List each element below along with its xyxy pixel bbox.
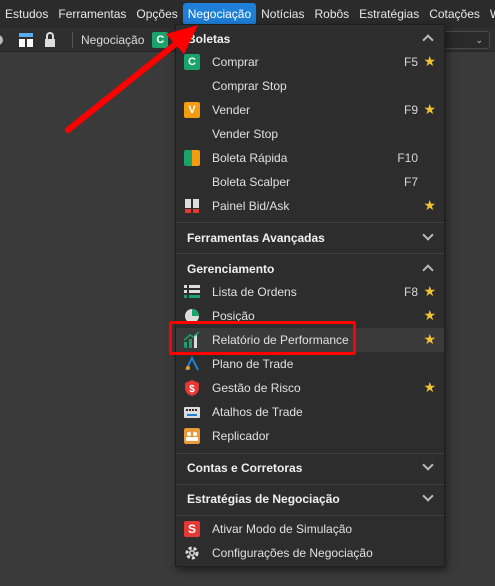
lock-icon[interactable]: [42, 31, 58, 48]
menu-estrategias[interactable]: Estratégias: [354, 3, 424, 25]
annotation-highlight-box: [169, 321, 356, 355]
list-icon: [184, 285, 200, 298]
star-icon[interactable]: ★: [423, 197, 436, 214]
menu-item-vender[interactable]: V Vender F9 ★: [176, 98, 444, 122]
item-label: Replicador: [212, 429, 270, 443]
gear-icon: [185, 546, 199, 560]
section-boletas[interactable]: Boletas: [176, 25, 444, 53]
menu-item-atalhos-de-trade[interactable]: Atalhos de Trade: [176, 400, 444, 424]
item-shortcut: F7: [403, 175, 418, 189]
menu-item-plano-de-trade[interactable]: Plano de Trade: [176, 352, 444, 376]
svg-text:$: $: [189, 384, 195, 395]
menu-ferramentas[interactable]: Ferramentas: [53, 3, 131, 25]
star-icon[interactable]: ★: [423, 379, 436, 396]
sell-icon: V: [184, 102, 200, 118]
divider: [176, 253, 444, 254]
menu-workspace[interactable]: Workspace: [485, 3, 495, 25]
chevron-down-icon: [422, 490, 434, 502]
section-ferramentas-avancadas[interactable]: Ferramentas Avançadas: [176, 224, 444, 252]
item-label: Comprar: [212, 55, 259, 69]
quick-ticket-icon: [184, 150, 200, 166]
section-estrategias-de-negociacao[interactable]: Estratégias de Negociação: [176, 485, 444, 513]
buy-badge-icon[interactable]: C: [152, 31, 169, 48]
item-label: Ativar Modo de Simulação: [212, 522, 353, 536]
menu-item-boleta-scalper[interactable]: Boleta Scalper F7: [176, 170, 444, 194]
item-label: Boleta Rápida: [212, 151, 288, 165]
item-label: Vender Stop: [212, 127, 279, 141]
negociacao-dropdown: Boletas C Comprar F5 ★ Comprar Stop V Ve…: [175, 24, 445, 567]
toolbar-label: Negociação: [81, 32, 145, 47]
section-title: Boletas: [187, 32, 231, 46]
menu-opcoes[interactable]: Opções: [131, 3, 182, 25]
menu-cotacoes[interactable]: Cotações: [424, 3, 485, 25]
menu-item-boleta-rapida[interactable]: Boleta Rápida F10: [176, 146, 444, 170]
buy-icon: C: [184, 54, 200, 70]
menu-item-comprar-stop[interactable]: Comprar Stop: [176, 74, 444, 98]
divider: [176, 222, 444, 223]
menu-negociacao[interactable]: Negociação: [182, 3, 257, 25]
layout-icon[interactable]: [18, 32, 34, 48]
item-label: Painel Bid/Ask: [212, 199, 290, 213]
item-label: Configurações de Negociação: [212, 546, 373, 560]
toolbar-divider: [72, 31, 73, 48]
menu-item-painel-bid-ask[interactable]: Painel Bid/Ask ★: [176, 194, 444, 218]
menu-noticias[interactable]: Notícias: [256, 3, 309, 25]
chevron-down-icon: [422, 229, 434, 241]
section-title: Ferramentas Avançadas: [187, 231, 325, 245]
menu-item-gestao-de-risco[interactable]: $ Gestão de Risco ★: [176, 376, 444, 400]
item-label: Atalhos de Trade: [212, 405, 303, 419]
section-title: Estratégias de Negociação: [187, 492, 340, 506]
toolbar-select[interactable]: ⌄: [440, 31, 490, 49]
item-shortcut: F9: [403, 103, 418, 117]
item-shortcut: F5: [403, 55, 418, 69]
menu-item-replicador[interactable]: Replicador: [176, 424, 444, 448]
star-icon[interactable]: ★: [423, 101, 436, 118]
section-gerenciamento[interactable]: Gerenciamento: [176, 255, 444, 283]
section-contas-e-corretoras[interactable]: Contas e Corretoras: [176, 454, 444, 482]
menu-item-configuracoes-negociacao[interactable]: Configurações de Negociação: [176, 541, 444, 565]
item-label: Boleta Scalper: [212, 175, 291, 189]
menu-estudos[interactable]: Estudos: [0, 3, 53, 25]
section-title: Contas e Corretoras: [187, 461, 303, 475]
menu-item-lista-de-ordens[interactable]: Lista de Ordens F8 ★: [176, 280, 444, 304]
item-shortcut: F10: [397, 151, 418, 165]
keyboard-icon: [184, 407, 200, 418]
item-shortcut: F8: [403, 285, 418, 299]
item-label: Comprar Stop: [212, 79, 287, 93]
item-label: Lista de Ordens: [212, 285, 297, 299]
gear-icon[interactable]: [0, 32, 6, 48]
menu-item-comprar[interactable]: C Comprar F5 ★: [176, 50, 444, 74]
menu-item-ativar-modo-simulacao[interactable]: S Ativar Modo de Simulação: [176, 517, 444, 541]
chevron-down-icon: [422, 459, 434, 471]
menu-robos[interactable]: Robôs: [309, 3, 354, 25]
divider: [176, 515, 444, 516]
chevron-up-icon: [422, 264, 434, 276]
menu-item-vender-stop[interactable]: Vender Stop: [176, 122, 444, 146]
chevron-up-icon: [422, 34, 434, 46]
item-label: Plano de Trade: [212, 357, 294, 371]
star-icon[interactable]: ★: [423, 307, 436, 324]
star-icon[interactable]: ★: [423, 331, 436, 348]
star-icon[interactable]: ★: [423, 283, 436, 300]
risk-shield-icon: $: [185, 380, 199, 396]
trade-plan-icon: [185, 356, 199, 371]
bid-ask-icon: [185, 199, 199, 213]
item-label: Gestão de Risco: [212, 381, 301, 395]
item-label: Vender: [212, 103, 251, 117]
replicator-users-icon: [184, 428, 200, 444]
star-icon[interactable]: ★: [423, 53, 436, 70]
section-title: Gerenciamento: [187, 262, 275, 276]
chevron-down-icon: ⌄: [475, 35, 483, 45]
simulation-icon: S: [184, 521, 200, 537]
